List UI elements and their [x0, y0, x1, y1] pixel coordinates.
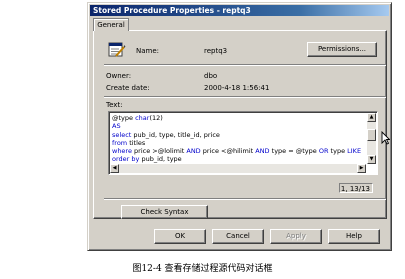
- help-button[interactable]: Help: [328, 229, 380, 244]
- code-token: (12): [149, 114, 163, 122]
- code-token: titles: [127, 138, 146, 147]
- check-syntax-button[interactable]: Check Syntax: [121, 205, 208, 219]
- name-label: Name:: [136, 47, 160, 55]
- procedure-text-editor[interactable]: @type char(12) AS select pub_id, type, tit…: [108, 111, 378, 175]
- code-token: AND: [186, 147, 201, 156]
- code-line: @type char(12): [112, 114, 363, 122]
- code-token: pub_id, type, title_id, price: [131, 130, 220, 139]
- code-line: order by pub_id, type: [112, 155, 363, 163]
- code-token: where: [112, 147, 132, 156]
- code-token: type: [328, 147, 348, 156]
- figure-caption: 图12-4 查看存储过程源代码对话框: [132, 264, 273, 274]
- tab-general[interactable]: General: [93, 18, 129, 31]
- code-line: where price >@lolimit AND price <@hilimi…: [112, 147, 363, 155]
- procedure-source-code[interactable]: @type char(12) AS select pub_id, type, tit…: [112, 114, 363, 164]
- scroll-thumb[interactable]: [367, 129, 376, 141]
- code-token: type = @type: [269, 147, 319, 156]
- code-line: from titles: [112, 139, 363, 147]
- stored-procedure-properties-dialog: Stored Procedure Properties - reptq3 Gen…: [87, 2, 392, 251]
- scroll-left-arrow-icon[interactable]: ◀: [110, 164, 119, 173]
- divider: [104, 96, 386, 98]
- create-date-value: 2000-4-18 1:56:41: [204, 84, 270, 92]
- code-token: char: [135, 114, 150, 122]
- owner-value: dbo: [204, 72, 218, 80]
- permissions-button[interactable]: Permissions...: [307, 42, 377, 57]
- code-line: AS: [112, 122, 363, 130]
- code-token: order: [112, 155, 130, 164]
- code-token: @type: [112, 114, 136, 122]
- code-token: select: [112, 130, 132, 139]
- code-token: LIKE: [347, 147, 362, 156]
- cursor-position-indicator: 1, 13/13: [339, 183, 373, 193]
- apply-button[interactable]: Apply: [270, 229, 322, 244]
- create-date-label: Create date:: [106, 84, 150, 92]
- code-token: AND: [255, 147, 270, 156]
- stored-procedure-icon: [108, 42, 126, 57]
- code-token: pub_id, type: [139, 155, 182, 164]
- divider: [104, 198, 386, 200]
- code-token: '%cook: [361, 147, 363, 155]
- code-line: select pub_id, type, title_id, price: [112, 131, 363, 139]
- name-value: reptq3: [204, 47, 228, 55]
- text-label: Text:: [106, 101, 123, 109]
- code-token: price >@lolimit: [131, 147, 187, 156]
- scroll-up-arrow-icon[interactable]: ▲: [367, 113, 376, 122]
- mouse-pointer-icon: [381, 131, 390, 145]
- code-token: from: [112, 138, 128, 147]
- code-token: price <@hilimit: [200, 147, 256, 156]
- vertical-scrollbar[interactable]: ▲ ▼: [367, 113, 376, 164]
- ok-button[interactable]: OK: [154, 229, 206, 244]
- scroll-down-arrow-icon[interactable]: ▼: [367, 155, 376, 164]
- cancel-button[interactable]: Cancel: [212, 229, 264, 244]
- code-token: AS: [112, 122, 121, 131]
- divider: [104, 64, 386, 66]
- window-title: Stored Procedure Properties - reptq3: [90, 5, 389, 16]
- scroll-right-arrow-icon[interactable]: ▶: [357, 164, 366, 173]
- horizontal-scrollbar[interactable]: ◀ ▶: [110, 164, 366, 173]
- general-panel: Name: reptq3 Permissions... Owner: dbo C…: [93, 30, 387, 219]
- owner-label: Owner:: [106, 72, 132, 80]
